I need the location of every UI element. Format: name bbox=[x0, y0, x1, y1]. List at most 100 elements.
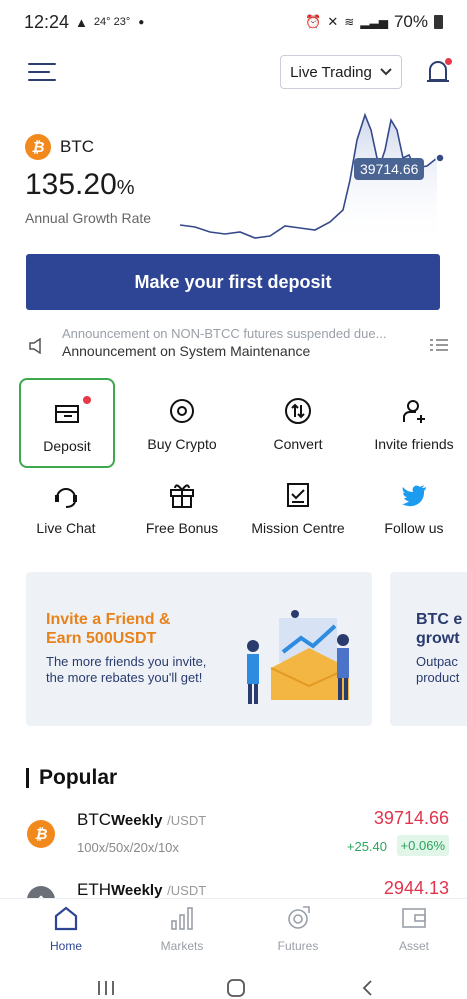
invite-banner[interactable]: Invite a Friend & Earn 500USDT The more f… bbox=[26, 572, 372, 726]
announcement-bar[interactable]: Announcement on NON-BTCC futures suspend… bbox=[26, 326, 450, 362]
btc-growth-banner[interactable]: BTC e growt Outpac product bbox=[390, 572, 467, 726]
notification-bell-icon[interactable] bbox=[424, 58, 454, 88]
speaker-icon bbox=[29, 338, 41, 354]
popular-title: Popular bbox=[26, 767, 117, 788]
banner2-title-line1: BTC e bbox=[416, 611, 463, 628]
trading-mode-label: Live Trading bbox=[290, 63, 372, 81]
banner-subtitle: The more friends you invite, the more reb… bbox=[46, 654, 206, 686]
market-row-eth[interactable]: ◆ ETHWeekly /USDT 2944.13 bbox=[0, 876, 467, 898]
eth-coin-icon: ◆ bbox=[27, 886, 55, 898]
pair-freq: Weekly bbox=[111, 812, 163, 829]
asset-icon bbox=[402, 908, 426, 928]
market-pair: BTCWeekly /USDT bbox=[77, 810, 206, 830]
market-pair: ETHWeekly /USDT bbox=[77, 880, 206, 898]
action-label: Free Bonus bbox=[145, 520, 219, 536]
action-follow-us[interactable]: Follow us bbox=[356, 462, 467, 552]
action-label: Follow us bbox=[384, 520, 444, 536]
home-icon bbox=[54, 906, 78, 931]
action-convert[interactable]: Convert bbox=[240, 378, 356, 468]
hero-rate-label: Annual Growth Rate bbox=[25, 210, 152, 226]
action-label: Mission Centre bbox=[251, 520, 345, 536]
market-price: 39714.66 bbox=[373, 808, 449, 828]
action-invite-friends[interactable]: Invite friends bbox=[356, 378, 467, 468]
menu-icon[interactable] bbox=[28, 60, 58, 84]
buy-crypto-icon bbox=[170, 399, 194, 423]
market-leverage: 100x/50x/20x/10x bbox=[77, 840, 179, 855]
action-buy-crypto[interactable]: Buy Crypto bbox=[124, 378, 240, 468]
action-free-bonus[interactable]: Free Bonus bbox=[124, 462, 240, 552]
action-deposit[interactable]: Deposit bbox=[19, 378, 115, 468]
nav-futures[interactable]: Futures bbox=[240, 903, 356, 959]
wifi-icon: ≋ bbox=[344, 15, 355, 29]
status-bar: 12:24 ▲ 24° 23° ● ⏰ ✕ ≋ ▂▃▅ 70% bbox=[0, 0, 467, 44]
pair-base: BTC bbox=[77, 810, 111, 829]
trading-mode-select[interactable]: Live Trading bbox=[280, 55, 402, 89]
status-right: ⏰ ✕ ≋ ▂▃▅ 70% bbox=[305, 12, 443, 32]
nav-markets[interactable]: Markets bbox=[124, 903, 240, 959]
markets-icon bbox=[171, 907, 193, 930]
banner-title: Invite a Friend & Earn 500USDT bbox=[46, 610, 170, 648]
hero-growth[interactable]: ₿ BTC 135.20% Annual Growth Rate 39714.6… bbox=[0, 100, 467, 250]
announcement-text[interactable]: Announcement on System Maintenance bbox=[62, 343, 310, 359]
status-weather: 24° 23° bbox=[93, 16, 131, 28]
status-dot-icon: ● bbox=[138, 16, 145, 28]
pair-quote: /USDT bbox=[167, 883, 207, 898]
market-row-btc[interactable]: ₿ BTCWeekly /USDT 100x/50x/20x/10x 39714… bbox=[0, 806, 467, 876]
nav-home[interactable]: Home bbox=[8, 903, 124, 959]
banner-sub-line2: the more rebates you'll get! bbox=[46, 670, 203, 685]
hero-price-tag: 39714.66 bbox=[354, 158, 425, 180]
pair-freq: Weekly bbox=[111, 882, 163, 898]
action-label: Buy Crypto bbox=[147, 436, 217, 452]
banner2-title: BTC e growt bbox=[416, 610, 462, 648]
deposit-icon bbox=[55, 405, 79, 423]
action-live-chat[interactable]: Live Chat bbox=[8, 462, 124, 552]
invite-icon bbox=[403, 400, 425, 423]
battery-level: 70% bbox=[393, 12, 428, 31]
nav-label: Asset bbox=[398, 939, 429, 953]
hero-symbol: BTC bbox=[60, 137, 94, 156]
warning-icon: ▲ bbox=[75, 14, 88, 30]
nav-asset[interactable]: Asset bbox=[356, 903, 467, 959]
signal-icon: ▂▃▅ bbox=[360, 15, 388, 29]
banner2-sub-line1: Outpac bbox=[416, 654, 458, 669]
banner-title-line1: Invite a Friend & bbox=[46, 611, 171, 628]
pair-quote: /USDT bbox=[167, 813, 207, 828]
system-nav bbox=[0, 966, 467, 999]
action-label: Live Chat bbox=[36, 520, 96, 536]
invite-illustration bbox=[247, 610, 350, 704]
home-button-icon[interactable] bbox=[226, 978, 246, 998]
top-bar: Live Trading bbox=[0, 52, 467, 92]
banner2-sub-line2: product bbox=[416, 670, 460, 685]
market-change-pct: +0.06% bbox=[396, 835, 449, 856]
banner-title-line2: Earn 500USDT bbox=[46, 630, 157, 647]
hero-rate-value: 135.20 bbox=[25, 168, 117, 201]
action-mission-centre[interactable]: Mission Centre bbox=[240, 462, 356, 552]
mute-icon: ✕ bbox=[327, 14, 339, 29]
mission-icon bbox=[287, 483, 309, 507]
list-icon[interactable] bbox=[430, 338, 448, 352]
recent-apps-icon[interactable] bbox=[96, 980, 116, 996]
banner2-subtitle: Outpac product bbox=[416, 654, 459, 686]
hero-rate-unit: % bbox=[116, 177, 135, 199]
hero-rate: 135.20% bbox=[25, 168, 135, 202]
notification-dot bbox=[445, 58, 452, 65]
banner2-title-line2: growt bbox=[416, 630, 460, 647]
action-label: Deposit bbox=[43, 438, 91, 454]
bottom-nav: Home Markets Futures Asset bbox=[0, 898, 467, 958]
back-icon[interactable] bbox=[360, 979, 374, 997]
nav-label: Futures bbox=[277, 939, 319, 953]
twitter-icon bbox=[402, 485, 426, 507]
action-label: Convert bbox=[273, 436, 323, 452]
futures-icon bbox=[288, 906, 310, 929]
announcement-previous: Announcement on NON-BTCC futures suspend… bbox=[62, 326, 387, 341]
market-change: +25.40 bbox=[346, 839, 387, 854]
market-price: 2944.13 bbox=[383, 878, 449, 898]
action-label: Invite friends bbox=[374, 436, 454, 452]
btc-coin-icon: ₿ bbox=[27, 820, 55, 848]
first-deposit-button[interactable]: Make your first deposit bbox=[26, 254, 440, 310]
deposit-badge bbox=[83, 396, 91, 404]
battery-icon bbox=[434, 15, 443, 29]
btc-coin-icon: ₿ bbox=[25, 134, 51, 160]
nav-label: Markets bbox=[160, 939, 204, 953]
nav-label: Home bbox=[49, 939, 82, 953]
